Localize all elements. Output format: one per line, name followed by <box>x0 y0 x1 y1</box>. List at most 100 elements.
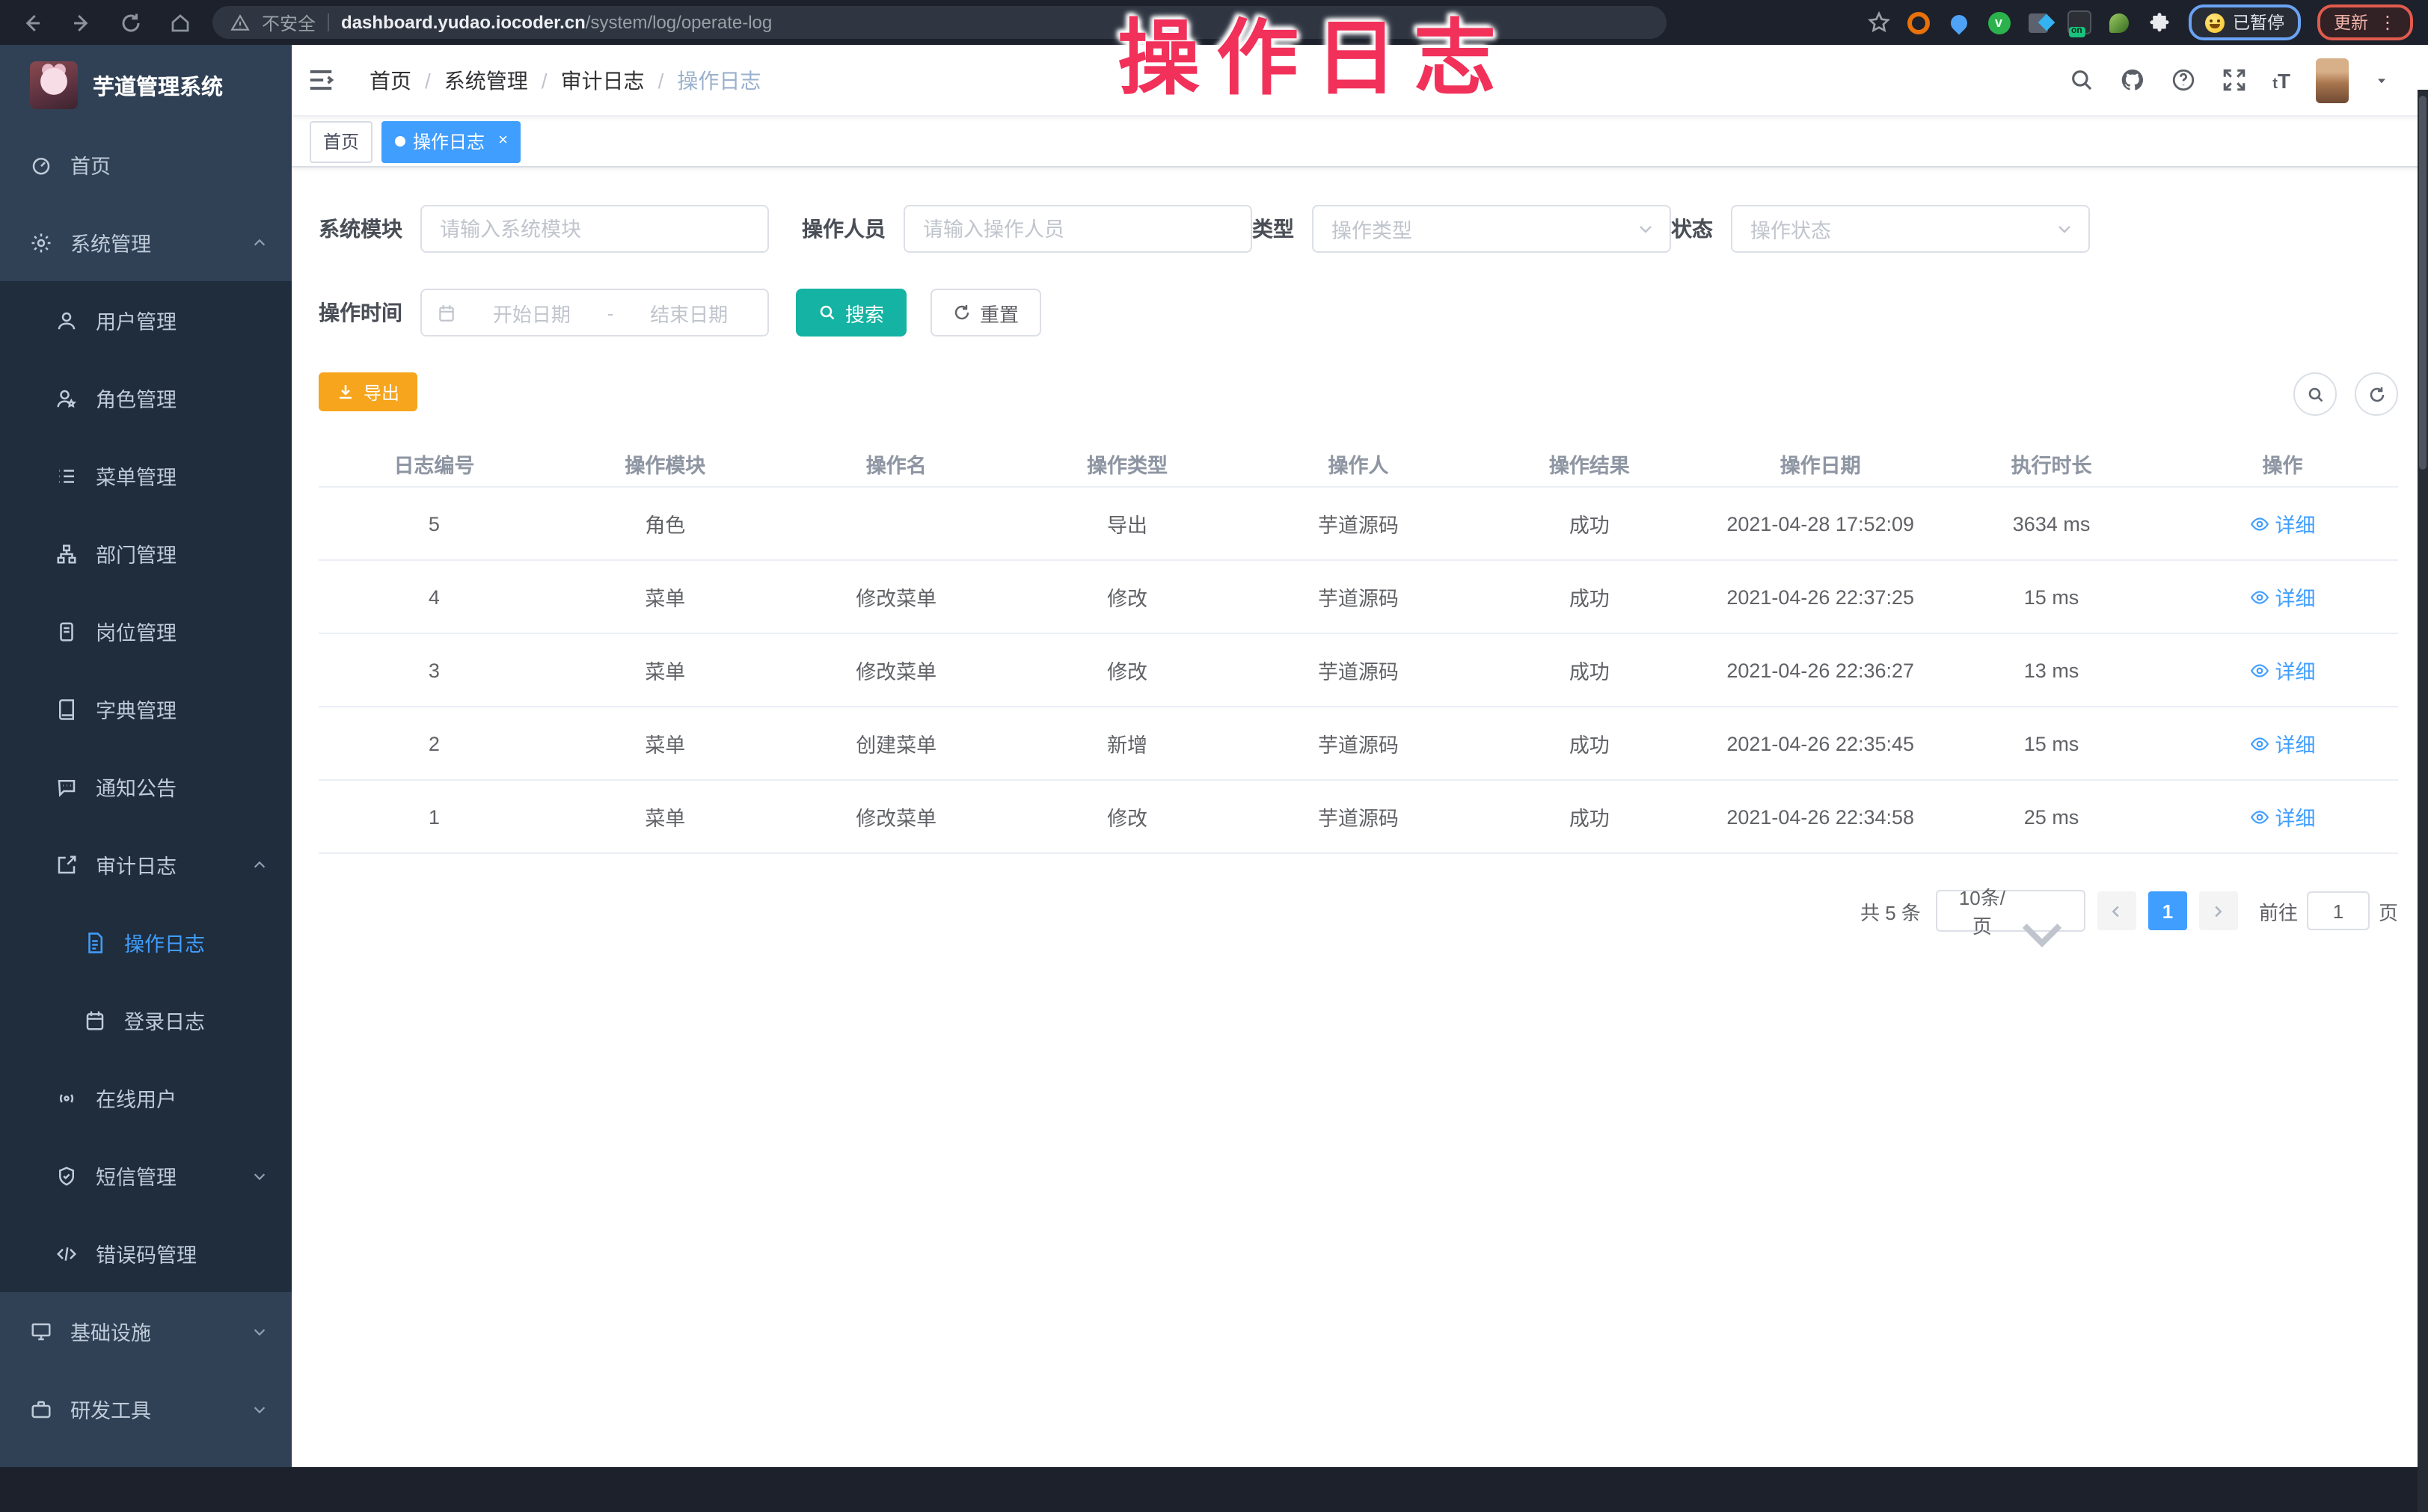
sidebar-logo[interactable]: 芋道管理系统 <box>0 45 292 126</box>
module-input[interactable] <box>420 205 769 253</box>
export-button[interactable]: 导出 <box>319 372 417 411</box>
sidebar-item-error-codes[interactable]: 错误码管理 <box>0 1214 292 1292</box>
sidebar-item-users[interactable]: 用户管理 <box>0 281 292 359</box>
sidebar-item-posts[interactable]: 岗位管理 <box>0 592 292 670</box>
detail-link[interactable]: 详细 <box>2250 655 2316 685</box>
search-icon[interactable] <box>2069 67 2094 93</box>
end-date-placeholder[interactable]: 结束日期 <box>625 298 752 327</box>
sidebar-item-home[interactable]: 首页 <box>0 126 292 203</box>
extension-dark-icon[interactable]: on <box>2067 10 2091 34</box>
breadcrumb-home[interactable]: 首页 <box>370 65 411 95</box>
reload-icon[interactable] <box>120 11 142 34</box>
detail-link[interactable]: 详细 <box>2250 508 2316 538</box>
eye-icon <box>2250 807 2269 826</box>
font-size-icon[interactable]: tT <box>2272 68 2290 92</box>
extension-v-icon[interactable]: v <box>1987 11 2010 34</box>
sidebar-item-audit-log[interactable]: 审计日志 <box>0 826 292 903</box>
breadcrumb-separator: / <box>658 68 664 92</box>
close-icon[interactable]: × <box>498 133 508 150</box>
kebab-menu-icon[interactable]: ⋮ <box>2379 12 2397 33</box>
table-header-row: 日志编号 操作模块 操作名 操作类型 操作人 操作结果 操作日期 执行时长 操作 <box>319 441 2398 487</box>
search-button[interactable]: 搜索 <box>796 289 907 336</box>
sidebar-item-operate-log[interactable]: 操作日志 <box>0 903 292 981</box>
extension-orange-icon[interactable] <box>1907 10 1931 34</box>
time-label: 操作时间 <box>319 298 402 328</box>
col-type: 操作类型 <box>1012 441 1243 487</box>
avatar[interactable] <box>2316 58 2349 102</box>
goto-page-input[interactable] <box>2307 891 2370 930</box>
eye-icon <box>2250 734 2269 753</box>
app-title: 芋道管理系统 <box>93 70 223 101</box>
help-icon[interactable] <box>2171 67 2196 93</box>
back-icon[interactable] <box>21 11 43 34</box>
sidebar-item-roles[interactable]: 角色管理 <box>0 359 292 437</box>
forward-icon[interactable] <box>70 11 93 34</box>
col-log-id: 日志编号 <box>319 441 550 487</box>
page-size-select[interactable]: 10条/页 <box>1936 890 2085 932</box>
col-operator: 操作人 <box>1243 441 1474 487</box>
document-icon <box>84 931 106 953</box>
sidebar-item-menus[interactable]: 菜单管理 <box>0 437 292 514</box>
briefcase-icon <box>30 1398 52 1420</box>
sidebar-item-dev-tools[interactable]: 研发工具 <box>0 1370 292 1448</box>
goto-label: 前往 <box>2259 897 2298 925</box>
type-label: 类型 <box>1252 214 1294 244</box>
home-icon[interactable] <box>169 11 191 34</box>
type-select[interactable]: 操作类型 <box>1312 205 1671 253</box>
tag-view-bar: 首页 操作日志 × <box>292 117 2428 168</box>
sidebar-item-departments[interactable]: 部门管理 <box>0 514 292 592</box>
next-page-button[interactable] <box>2199 891 2238 930</box>
col-result: 操作结果 <box>1474 441 1705 487</box>
extension-pin-icon[interactable] <box>1947 10 1971 34</box>
update-chip[interactable]: 更新⋮ <box>2317 4 2413 40</box>
emoji-avatar-icon <box>2204 13 2224 32</box>
fullscreen-icon[interactable] <box>2222 67 2247 93</box>
operator-input[interactable] <box>904 205 1252 253</box>
toggle-search-button[interactable] <box>2293 372 2337 416</box>
chevron-down-icon <box>251 1323 268 1339</box>
sidebar-item-notices[interactable]: 通知公告 <box>0 748 292 826</box>
status-label: 状态 <box>1671 214 1713 244</box>
org-tree-icon <box>55 542 78 565</box>
paused-chip[interactable]: 已暂停 <box>2188 4 2301 40</box>
detail-link[interactable]: 详细 <box>2250 802 2316 832</box>
bookmark-star-icon[interactable] <box>1866 10 1890 34</box>
sidebar-item-system[interactable]: 系统管理 <box>0 203 292 281</box>
breadcrumb-separator: / <box>425 68 431 92</box>
extension-leaf-icon[interactable] <box>2107 10 2131 34</box>
scrollbar-thumb[interactable] <box>2419 96 2427 470</box>
extension-blocks-icon[interactable] <box>2026 10 2050 34</box>
url-separator <box>328 13 329 31</box>
detail-link[interactable]: 详细 <box>2250 582 2316 612</box>
extensions-puzzle-icon[interactable] <box>2148 10 2171 34</box>
sidebar-item-online-users[interactable]: 在线用户 <box>0 1059 292 1137</box>
sidebar-item-dict[interactable]: 字典管理 <box>0 670 292 748</box>
active-dot-icon <box>395 136 405 147</box>
scrollbar[interactable] <box>2418 90 2428 1512</box>
shield-icon <box>55 1164 78 1187</box>
security-label[interactable]: 不安全 <box>262 10 316 35</box>
hamburger-icon[interactable] <box>307 66 335 94</box>
sidebar-item-sms[interactable]: 短信管理 <box>0 1137 292 1214</box>
page-number-1[interactable]: 1 <box>2148 891 2187 930</box>
system-submenu: 用户管理 角色管理 菜单管理 部门管理 岗位管理 <box>0 281 292 1292</box>
sidebar-item-login-log[interactable]: 登录日志 <box>0 981 292 1059</box>
start-date-placeholder[interactable]: 开始日期 <box>468 298 595 327</box>
breadcrumb-current: 操作日志 <box>677 65 761 95</box>
caret-down-icon[interactable] <box>2374 73 2389 87</box>
url-bar[interactable]: 不安全 dashboard.yudao.iocoder.cn/system/lo… <box>212 6 1667 39</box>
breadcrumb-audit[interactable]: 审计日志 <box>561 65 645 95</box>
github-icon[interactable] <box>2120 67 2145 93</box>
badge-icon <box>55 620 78 642</box>
date-range-picker[interactable]: 开始日期 - 结束日期 <box>420 289 769 336</box>
status-select[interactable]: 操作状态 <box>1731 205 2090 253</box>
reset-button[interactable]: 重置 <box>931 289 1041 336</box>
prev-page-button[interactable] <box>2097 891 2136 930</box>
refresh-table-button[interactable] <box>2355 372 2398 416</box>
sidebar-item-infrastructure[interactable]: 基础设施 <box>0 1292 292 1370</box>
tab-operate-log[interactable]: 操作日志 × <box>381 120 521 162</box>
tab-home[interactable]: 首页 <box>310 120 373 162</box>
eye-icon <box>2250 660 2269 680</box>
breadcrumb-system[interactable]: 系统管理 <box>444 65 528 95</box>
detail-link[interactable]: 详细 <box>2250 728 2316 758</box>
